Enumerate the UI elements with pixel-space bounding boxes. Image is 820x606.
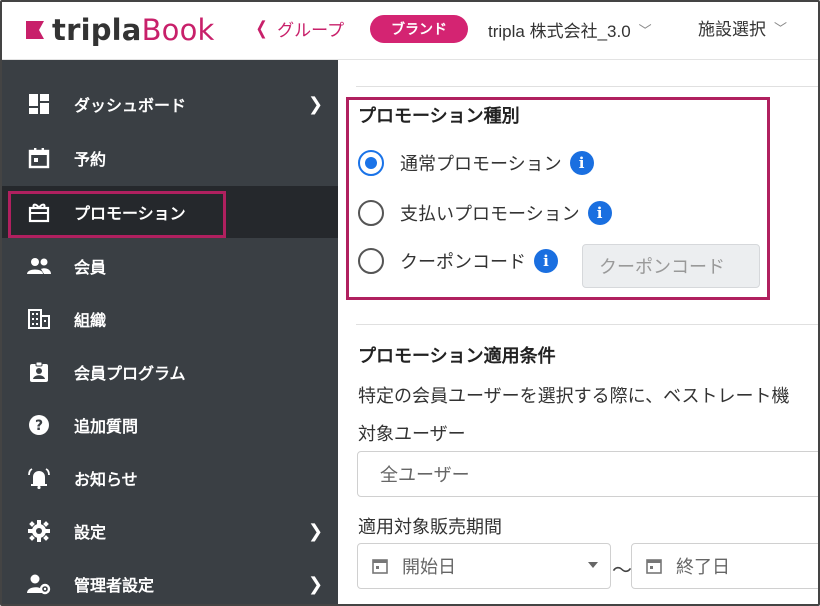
- divider: [356, 86, 818, 87]
- people-icon: [26, 253, 52, 279]
- app-window: triplaBook ❮ グループ ブランド tripla 株式会社_3.0 ﹀…: [0, 0, 820, 606]
- start-date-picker[interactable]: 開始日: [357, 543, 611, 589]
- sidebar-item-member-program[interactable]: 会員プログラム: [2, 346, 338, 398]
- calendar-icon: [372, 559, 388, 574]
- radio-button[interactable]: [358, 248, 384, 274]
- sidebar-item-additional-questions[interactable]: ? 追加質問: [2, 399, 338, 451]
- radio-button-checked[interactable]: [358, 150, 384, 176]
- end-date-picker[interactable]: 終了日: [631, 543, 818, 589]
- sidebar-item-organization[interactable]: 組織: [2, 293, 338, 345]
- conditions-description: 特定の会員ユーザーを選択する際に、ベストレート機: [358, 386, 790, 406]
- target-user-label: 対象ユーザー: [358, 424, 466, 444]
- radio-label: クーポンコード: [400, 252, 526, 272]
- target-user-value: 全ユーザー: [380, 465, 470, 485]
- logo[interactable]: triplaBook: [24, 12, 215, 48]
- radio-coupon-code[interactable]: クーポンコード i: [358, 248, 558, 274]
- active-item-highlight: [8, 191, 226, 238]
- brand-badge: ブランド: [370, 15, 468, 43]
- sidebar-item-label: 組織: [74, 313, 107, 330]
- sidebar: ダッシュボード ❯ 予約 プロモーション 会員 組織 会員プログラム ? 追加質…: [2, 60, 338, 604]
- badge-icon: [26, 359, 52, 385]
- calendar-icon: [646, 559, 662, 574]
- sales-period-label: 適用対象販売期間: [358, 517, 502, 537]
- dashboard-icon: [26, 91, 52, 117]
- chevron-down-icon: ﹀: [638, 23, 652, 38]
- facility-selector[interactable]: 施設選択 ﹀: [698, 15, 787, 40]
- radio-label: 通常プロモーション: [400, 154, 562, 174]
- divider: [356, 324, 818, 325]
- sidebar-item-settings[interactable]: 設定 ❯: [2, 505, 338, 557]
- question-icon: ?: [26, 412, 52, 438]
- sidebar-item-dashboard[interactable]: ダッシュボード ❯: [2, 78, 338, 130]
- chevron-right-icon: ❯: [308, 520, 324, 541]
- sidebar-item-label: 会員プログラム: [74, 366, 186, 383]
- company-name: tripla 株式会社_3.0: [488, 22, 631, 41]
- radio-label: 支払いプロモーション: [400, 204, 580, 224]
- logo-text: triplaBook: [52, 13, 215, 47]
- sidebar-item-label: ダッシュボード: [74, 98, 187, 115]
- gear-icon: [26, 518, 52, 544]
- end-date-placeholder: 終了日: [676, 557, 730, 577]
- building-icon: [26, 306, 52, 332]
- target-user-select[interactable]: 全ユーザー: [357, 451, 818, 497]
- back-label: グループ: [277, 21, 345, 40]
- chevron-down-icon: ﹀: [774, 21, 788, 36]
- radio-button[interactable]: [358, 200, 384, 226]
- info-icon[interactable]: i: [569, 151, 594, 175]
- chevron-right-icon: ❯: [308, 573, 324, 594]
- top-header: triplaBook ❮ グループ ブランド tripla 株式会社_3.0 ﹀…: [2, 2, 818, 60]
- coupon-code-input[interactable]: クーポンコード: [582, 244, 760, 288]
- logo-mark-icon: [26, 21, 44, 39]
- radio-normal-promotion[interactable]: 通常プロモーション i: [358, 150, 594, 176]
- svg-text:?: ?: [35, 418, 43, 434]
- sidebar-item-label: 管理者設定: [74, 578, 155, 595]
- chevron-left-icon: ❮: [255, 18, 268, 38]
- sidebar-item-label: 追加質問: [74, 419, 139, 436]
- sidebar-item-label: 会員: [74, 260, 107, 277]
- company-selector[interactable]: tripla 株式会社_3.0 ﹀: [488, 17, 652, 42]
- promotion-type-title: プロモーション種別: [358, 106, 520, 126]
- sidebar-item-notices[interactable]: お知らせ: [2, 452, 338, 504]
- calendar-icon: [26, 145, 52, 171]
- radio-payment-promotion[interactable]: 支払いプロモーション i: [358, 200, 612, 226]
- start-date-placeholder: 開始日: [402, 557, 456, 577]
- bell-icon: [26, 465, 52, 491]
- range-separator: 〜: [612, 560, 632, 582]
- sidebar-item-label: 予約: [74, 152, 107, 169]
- admin-icon: [26, 571, 52, 597]
- sidebar-item-label: 設定: [74, 525, 107, 542]
- back-to-group-link[interactable]: ❮ グループ: [254, 16, 345, 41]
- sidebar-item-members[interactable]: 会員: [2, 240, 338, 292]
- chevron-right-icon: ❯: [308, 93, 324, 114]
- info-icon[interactable]: i: [534, 249, 558, 273]
- sidebar-item-label: お知らせ: [74, 472, 138, 489]
- sidebar-item-reservations[interactable]: 予約: [2, 132, 338, 184]
- facility-label: 施設選択: [698, 20, 766, 39]
- conditions-title: プロモーション適用条件: [358, 346, 556, 366]
- caret-down-icon: [588, 562, 598, 568]
- info-icon[interactable]: i: [587, 201, 612, 225]
- sidebar-item-admin-settings[interactable]: 管理者設定 ❯: [2, 558, 338, 604]
